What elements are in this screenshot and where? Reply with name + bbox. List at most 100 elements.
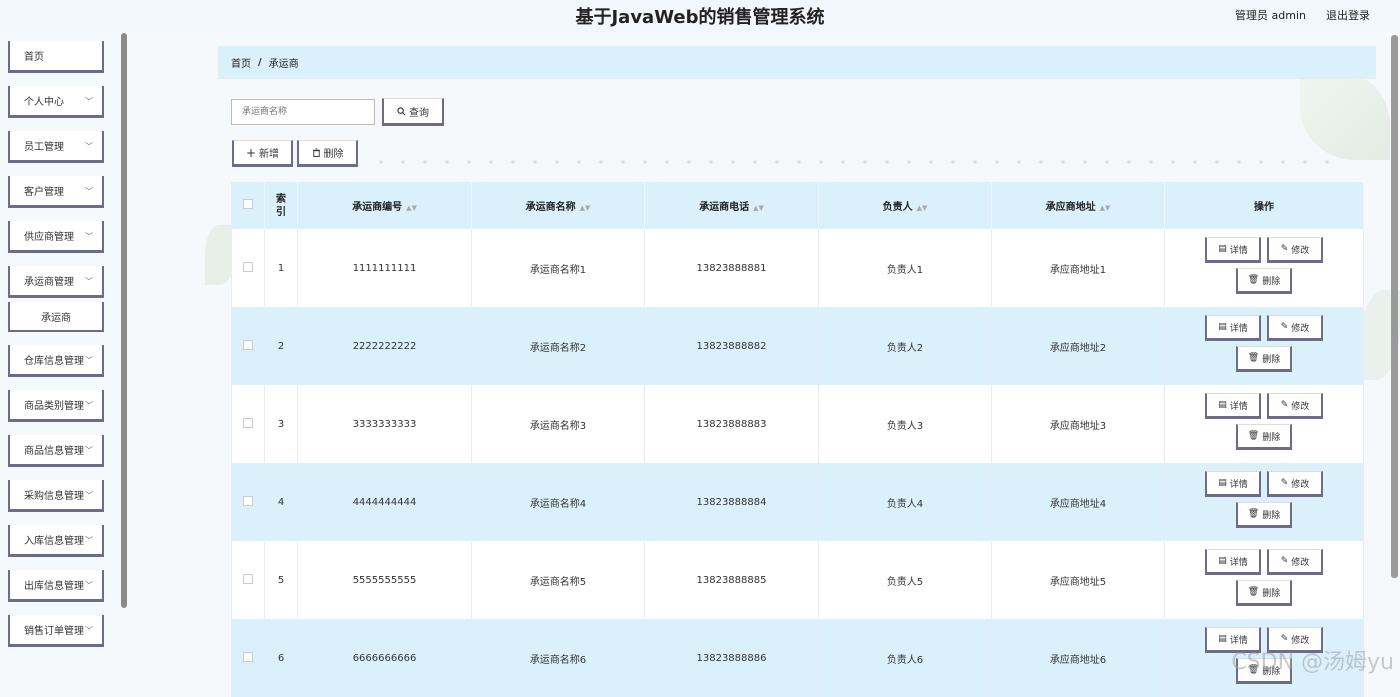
column-header-code[interactable]: 承运商编号 ▲▼ (297, 182, 472, 229)
select-all-checkbox[interactable] (231, 182, 265, 229)
checkbox-box (243, 199, 253, 209)
chevron-down-icon: ﹀ (85, 187, 93, 196)
breadcrumb: 首页 / 承运商 (218, 46, 1376, 79)
pencil-icon: ✎ (1280, 478, 1289, 488)
checkbox-box (243, 573, 253, 584)
edit-button-label: 修改 (1291, 323, 1310, 334)
app-title: 基于JavaWeb的销售管理系统 (575, 7, 825, 28)
row-checkbox[interactable] (231, 385, 265, 463)
table-cell-index: 1 (264, 229, 298, 307)
sidebar-item-label: 商品信息管理 (24, 446, 84, 457)
pencil-icon: ✎ (1280, 400, 1289, 410)
add-button-label: 新增 (259, 149, 280, 160)
sidebar-item[interactable]: 客户管理 ﹀ (8, 176, 104, 208)
sidebar-item[interactable]: 商品类别管理 ﹀ (8, 390, 104, 422)
batch-delete-button[interactable]: 删除 (297, 140, 358, 167)
chevron-down-icon: ﹀ (85, 356, 93, 365)
table-cell-manager: 负责人1 (818, 229, 992, 307)
table-cell-name: 承运商名称3 (471, 385, 645, 463)
column-header-address[interactable]: 承应商地址 ▲▼ (991, 182, 1165, 229)
edit-button[interactable]: ✎ 修改 (1267, 471, 1323, 497)
edit-button[interactable]: ✎ 修改 (1267, 237, 1323, 263)
table-cell-phone: 13823888885 (644, 541, 819, 619)
sidebar-item[interactable]: 出库信息管理 ﹀ (8, 570, 104, 602)
trash-icon: 🗑 (1247, 509, 1260, 519)
sidebar-item[interactable]: 承运商管理 ﹀ (8, 266, 104, 298)
detail-button-label: 详情 (1229, 479, 1248, 490)
detail-button[interactable]: ▤ 详情 (1205, 471, 1261, 497)
table-cell-address: 承应商地址2 (991, 307, 1165, 385)
sidebar-item[interactable]: 入库信息管理 ﹀ (8, 525, 104, 557)
row-checkbox[interactable] (231, 229, 265, 307)
search-button[interactable]: 查询 (382, 98, 444, 126)
table-cell-manager: 负责人6 (818, 619, 992, 697)
edit-button-label: 修改 (1291, 479, 1310, 490)
table-cell-address: 承应商地址5 (991, 541, 1165, 619)
table-cell-index: 4 (264, 463, 298, 541)
sidebar-item[interactable]: 供应商管理 ﹀ (8, 221, 104, 253)
row-delete-button-label: 删除 (1262, 276, 1281, 287)
trash-icon: 🗑 (1247, 587, 1260, 597)
row-delete-button[interactable]: 🗑 删除 (1236, 580, 1292, 606)
row-delete-button[interactable]: 🗑 删除 (1236, 268, 1292, 294)
sort-icon: ▲▼ (753, 204, 764, 212)
row-checkbox[interactable] (231, 541, 265, 619)
row-delete-button-label: 删除 (1262, 588, 1281, 599)
row-delete-button[interactable]: 🗑 删除 (1236, 424, 1292, 450)
sidebar-item[interactable]: 商品信息管理 ﹀ (8, 435, 104, 467)
chevron-down-icon: ﹀ (85, 97, 93, 106)
row-checkbox[interactable] (231, 307, 265, 385)
chevron-down-icon: ﹀ (85, 536, 93, 545)
logout-link[interactable]: 退出登录 (1326, 7, 1370, 23)
chevron-down-icon: ﹀ (85, 626, 93, 635)
detail-button-label: 详情 (1229, 401, 1248, 412)
carrier-name-search-input[interactable] (231, 99, 375, 125)
column-header-name[interactable]: 承运商名称 ▲▼ (471, 182, 645, 229)
table-cell-phone: 13823888886 (644, 619, 819, 697)
page-scrollbar[interactable] (1391, 35, 1398, 578)
table-cell-name: 承运商名称1 (471, 229, 645, 307)
column-header-manager[interactable]: 负责人 ▲▼ (818, 182, 992, 229)
top-header: 基于JavaWeb的销售管理系统 管理员 admin 退出登录 (0, 0, 1400, 32)
sidebar-item[interactable]: 仓库信息管理 ﹀ (8, 345, 104, 377)
column-header-label: 承运商编号 (352, 202, 403, 213)
sidebar-item-label: 供应商管理 (24, 232, 74, 243)
edit-button[interactable]: ✎ 修改 (1267, 549, 1323, 575)
column-header-label: 操作 (1254, 202, 1274, 213)
table-cell-name: 承运商名称4 (471, 463, 645, 541)
sidebar-subitem-carrier[interactable]: 承运商 (8, 302, 104, 332)
sidebar-item[interactable]: 员工管理 ﹀ (8, 131, 104, 163)
detail-button[interactable]: ▤ 详情 (1205, 393, 1261, 419)
breadcrumb-separator: / (258, 57, 262, 68)
chevron-down-icon: ﹀ (85, 142, 93, 151)
table-cell-address: 承应商地址6 (991, 619, 1165, 697)
table-row: 5 5555555555 承运商名称5 13823888885 负责人5 承应商地址5 ▤ 详… (231, 541, 1364, 619)
sidebar-item[interactable]: 采购信息管理 ﹀ (8, 480, 104, 512)
trash-icon: 🗑 (1247, 353, 1260, 363)
row-delete-button[interactable]: 🗑 删除 (1236, 502, 1292, 528)
sort-icon: ▲▼ (916, 204, 928, 212)
document-icon: ▤ (1218, 556, 1227, 566)
edit-button[interactable]: ✎ 修改 (1267, 315, 1323, 341)
sidebar-item[interactable]: 首页 (8, 41, 104, 73)
sidebar-item-label: 个人中心 (24, 97, 64, 108)
table-cell-index: 5 (264, 541, 298, 619)
detail-button[interactable]: ▤ 详情 (1205, 549, 1261, 575)
sidebar-item[interactable]: 销售订单管理 ﹀ (8, 615, 104, 647)
detail-button[interactable]: ▤ 详情 (1205, 315, 1261, 341)
add-button[interactable]: + 新增 (232, 140, 293, 167)
search-button-label: 查询 (409, 107, 429, 119)
row-checkbox[interactable] (231, 463, 265, 541)
row-delete-button[interactable]: 🗑 删除 (1236, 346, 1292, 372)
table-row: 4 4444444444 承运商名称4 13823888884 负责人4 承应商地址4 ▤ 详… (231, 463, 1364, 541)
edit-button[interactable]: ✎ 修改 (1267, 393, 1323, 419)
column-header-phone[interactable]: 承运商电话 ▲▼ (644, 182, 819, 229)
breadcrumb-home[interactable]: 首页 (231, 55, 251, 70)
trash-icon: 🗑 (1247, 275, 1260, 285)
row-checkbox[interactable] (231, 619, 265, 697)
detail-button[interactable]: ▤ 详情 (1205, 237, 1261, 263)
sidebar-scrollbar[interactable] (121, 33, 127, 608)
sidebar-item[interactable]: 个人中心 ﹀ (8, 86, 104, 118)
column-header-label: 承运商名称 (525, 202, 576, 213)
chevron-down-icon: ﹀ (85, 581, 93, 590)
